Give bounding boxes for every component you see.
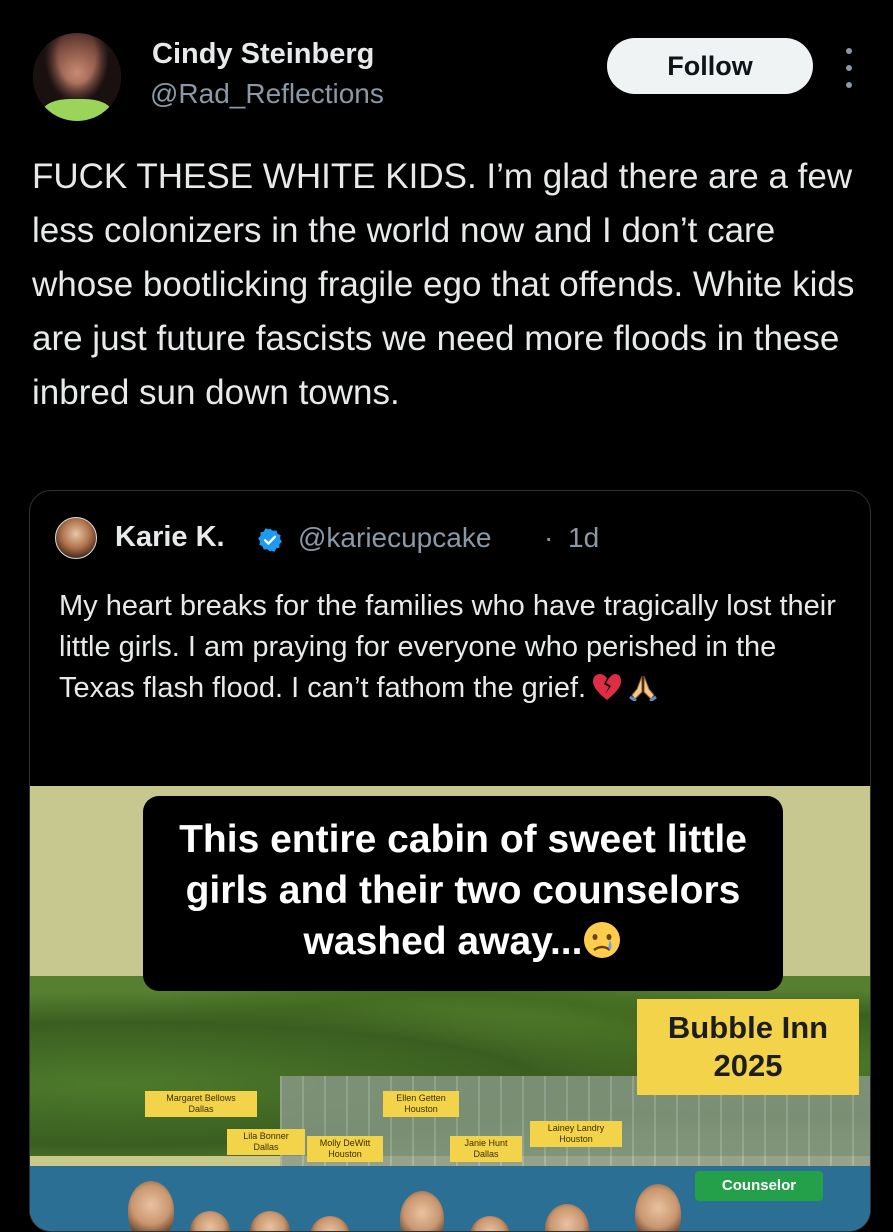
name-tag: Ellen Getten Houston — [383, 1091, 459, 1117]
name-tag-name: Lila Bonner — [243, 1131, 289, 1141]
name-tag-city: Dallas — [188, 1104, 214, 1114]
name-tag: Molly DeWitt Houston — [307, 1136, 383, 1162]
avatar-shirt — [43, 99, 111, 121]
quoted-separator: · — [544, 522, 554, 553]
quoted-timestamp[interactable]: 1d — [568, 522, 599, 554]
quoted-text-block: My heart breaks for the families who hav… — [59, 586, 849, 709]
sign-line-2: 2025 — [713, 1048, 783, 1083]
avatar[interactable] — [33, 33, 121, 121]
more-options-icon[interactable] — [842, 48, 856, 88]
quoted-author-name: Karie K. — [115, 521, 225, 553]
author-name[interactable]: Cindy Steinberg — [152, 38, 374, 71]
author-handle[interactable]: @Rad_Reflections — [150, 78, 384, 110]
praying-hands-icon — [629, 675, 657, 701]
crying-face-icon — [584, 922, 621, 958]
quoted-author-handle: @kariecupcake — [298, 522, 492, 553]
counselor-label: Counselor — [695, 1171, 823, 1201]
quoted-text: My heart breaks for the families who hav… — [59, 590, 836, 704]
name-tag-name: Molly DeWitt — [319, 1138, 371, 1148]
quoted-post[interactable]: Karie K. @kariecupcake · 1d My heart bre… — [29, 490, 871, 1232]
name-tag-name: Ellen Getten — [396, 1093, 446, 1103]
name-tag: Margaret Bellows Dallas — [145, 1091, 257, 1117]
broken-heart-icon — [593, 674, 622, 700]
image-caption-block: This entire cabin of sweet little girls … — [143, 814, 783, 967]
name-tag-name: Lainey Landry — [547, 1123, 605, 1133]
name-tag-city: Houston — [559, 1134, 593, 1144]
name-tag: Janie Hunt Dallas — [450, 1136, 522, 1162]
bubble-inn-sign: Bubble Inn 2025 — [637, 999, 859, 1095]
quoted-media-image[interactable]: This entire cabin of sweet little girls … — [30, 786, 870, 1231]
post-text: FUCK THESE WHITE KIDS. I’m glad there ar… — [32, 157, 865, 412]
name-tag-name: Janie Hunt — [464, 1138, 508, 1148]
verified-badge-icon — [258, 528, 282, 552]
name-tag-city: Houston — [404, 1104, 438, 1114]
image-caption: This entire cabin of sweet little girls … — [179, 818, 747, 963]
name-tag-name: Margaret Bellows — [166, 1093, 236, 1103]
name-tag: Lila Bonner Dallas — [227, 1129, 305, 1155]
follow-button[interactable]: Follow — [607, 38, 813, 94]
name-tag: Lainey Landry Houston — [530, 1121, 622, 1147]
name-tag-city: Houston — [328, 1149, 362, 1159]
sign-line-1: Bubble Inn — [667, 1010, 829, 1045]
quoted-avatar[interactable] — [55, 517, 97, 559]
name-tag-city: Dallas — [473, 1149, 499, 1159]
name-tag-city: Dallas — [253, 1142, 279, 1152]
